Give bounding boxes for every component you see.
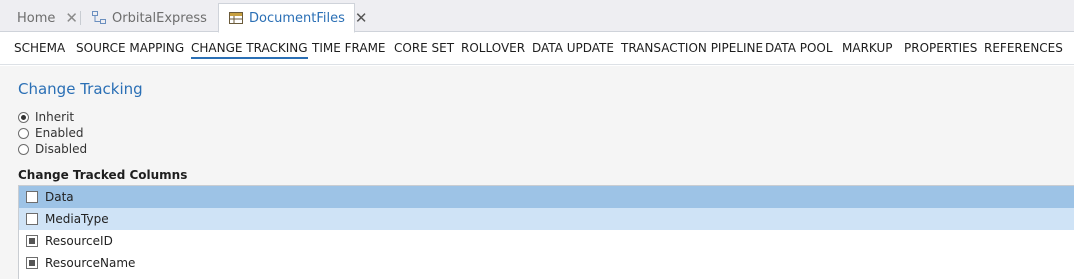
nav-transaction-pipeline[interactable]: TRANSACTION PIPELINE xyxy=(621,41,763,55)
nav-properties[interactable]: PROPERTIES xyxy=(904,41,977,55)
close-icon[interactable]: ✕ xyxy=(355,10,368,26)
table-icon xyxy=(229,11,243,25)
radio-inherit[interactable]: Inherit xyxy=(18,109,74,125)
list-item[interactable]: ResourceID xyxy=(19,230,1074,252)
editor-subnav: SCHEMA SOURCE MAPPING CHANGE TRACKING TI… xyxy=(0,33,1074,65)
change-tracking-panel: Change Tracking Inherit Enabled Disabled… xyxy=(0,66,1074,279)
list-item[interactable]: ResourceName xyxy=(19,252,1074,274)
nav-core-set[interactable]: CORE SET xyxy=(394,41,454,55)
radio-disabled[interactable]: Disabled xyxy=(18,141,87,157)
doc-tab-orbitalexpress[interactable]: OrbitalExpress ✕ xyxy=(75,4,229,32)
tracked-columns-list: Data MediaType ResourceID ResourceName xyxy=(18,185,1074,279)
nav-schema[interactable]: SCHEMA xyxy=(14,41,65,55)
checkbox[interactable] xyxy=(26,213,38,225)
radio-button[interactable] xyxy=(18,143,29,155)
nav-data-update[interactable]: DATA UPDATE xyxy=(532,41,614,55)
radio-button-checked[interactable] xyxy=(18,111,29,123)
checkbox-indeterminate[interactable] xyxy=(26,235,38,247)
checkbox[interactable] xyxy=(26,191,38,203)
columns-heading: Change Tracked Columns xyxy=(18,168,188,182)
nav-data-pool[interactable]: DATA POOL xyxy=(765,41,833,55)
doc-tab-label: DocumentFiles xyxy=(249,10,345,26)
column-name: MediaType xyxy=(45,212,109,226)
list-item[interactable]: MediaType xyxy=(19,208,1074,230)
nav-time-frame[interactable]: TIME FRAME xyxy=(312,41,386,55)
nav-references[interactable]: REFERENCES xyxy=(984,41,1063,55)
nav-markup[interactable]: MARKUP xyxy=(842,41,892,55)
checkbox-indeterminate[interactable] xyxy=(26,257,38,269)
doc-tab-home[interactable]: Home ✕ xyxy=(0,4,78,32)
radio-label: Disabled xyxy=(35,142,88,156)
nav-change-tracking[interactable]: CHANGE TRACKING xyxy=(191,41,308,59)
radio-enabled[interactable]: Enabled xyxy=(18,125,84,141)
list-item[interactable]: Data xyxy=(19,186,1074,208)
column-name: ResourceName xyxy=(45,256,136,270)
document-tab-strip: Home ✕ OrbitalExpress ✕ DocumentFiles ✕ xyxy=(0,0,1074,33)
radio-button[interactable] xyxy=(18,127,29,139)
section-title: Change Tracking xyxy=(18,80,143,98)
radio-label: Inherit xyxy=(35,110,75,124)
doc-tab-label: Home xyxy=(17,10,56,26)
nav-source-mapping[interactable]: SOURCE MAPPING xyxy=(76,41,184,55)
column-name: Data xyxy=(45,190,74,204)
column-name: ResourceID xyxy=(45,234,113,248)
doc-tab-label: OrbitalExpress xyxy=(112,10,207,26)
radio-label: Enabled xyxy=(35,126,84,140)
schema-diagram-icon xyxy=(92,11,106,25)
nav-rollover[interactable]: ROLLOVER xyxy=(461,41,525,55)
doc-tab-documentfiles[interactable]: DocumentFiles ✕ xyxy=(218,3,367,33)
